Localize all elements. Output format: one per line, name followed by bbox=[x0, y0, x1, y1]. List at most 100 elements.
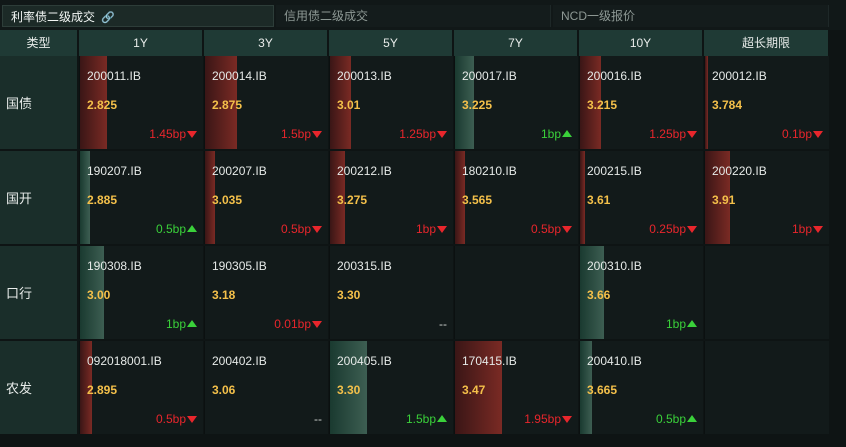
bond-cell[interactable]: 092018001.IB 2.895 0.5bp bbox=[79, 341, 203, 434]
bond-code: 190207.IB bbox=[87, 164, 142, 178]
bond-cell[interactable]: 200405.IB 3.30 1.5bp bbox=[329, 341, 453, 434]
yield-change: 1bp bbox=[166, 317, 197, 331]
yield-change: -- bbox=[439, 317, 447, 331]
bond-yield: 3.18 bbox=[212, 288, 236, 302]
yield-change: 0.5bp bbox=[156, 222, 197, 236]
bond-code: 200315.IB bbox=[337, 259, 392, 273]
bond-cell[interactable]: 190305.IB 3.18 0.01bp bbox=[204, 246, 328, 339]
row-label: 国开 bbox=[0, 151, 77, 244]
triangle-up-icon bbox=[437, 415, 447, 422]
yield-change-text: 1.25bp bbox=[649, 127, 686, 141]
yield-change-text: 0.5bp bbox=[655, 412, 686, 426]
tab-rate-bond-secondary[interactable]: 利率债二级成交 🔗 bbox=[2, 5, 274, 27]
tab-label: 利率债二级成交 bbox=[11, 10, 96, 24]
change-bar bbox=[705, 56, 708, 149]
triangle-up-icon bbox=[187, 320, 197, 327]
yield-change: 0.5bp bbox=[656, 412, 697, 426]
bond-yield: 2.875 bbox=[212, 98, 243, 112]
column-header-3y[interactable]: 3Y bbox=[204, 30, 328, 56]
triangle-down-icon bbox=[437, 226, 447, 233]
yield-change: 1bp bbox=[792, 222, 823, 236]
bond-cell[interactable]: 170415.IB 3.47 1.95bp bbox=[454, 341, 578, 434]
yield-change: 1bp bbox=[666, 317, 697, 331]
tab-credit-bond-secondary[interactable]: 信用债二级成交 bbox=[276, 5, 551, 27]
bond-cell bbox=[704, 246, 829, 339]
column-header-1y[interactable]: 1Y bbox=[79, 30, 203, 56]
bond-cell[interactable]: 190308.IB 3.00 1bp bbox=[79, 246, 203, 339]
bond-code: 200215.IB bbox=[587, 164, 642, 178]
yield-change-text: 0.5bp bbox=[155, 412, 186, 426]
yield-change-text: 1.25bp bbox=[399, 127, 436, 141]
yield-change-text: 0.25bp bbox=[649, 222, 686, 236]
tab-bar: 利率债二级成交 🔗 信用债二级成交 NCD一级报价 bbox=[0, 0, 846, 30]
bond-code: 200220.IB bbox=[712, 164, 767, 178]
yield-change: -- bbox=[314, 412, 322, 426]
bond-cell[interactable]: 200315.IB 3.30 -- bbox=[329, 246, 453, 339]
bond-code: 200410.IB bbox=[587, 354, 642, 368]
link-icon[interactable]: 🔗 bbox=[101, 7, 115, 29]
triangle-down-icon bbox=[312, 226, 322, 233]
triangle-down-icon bbox=[562, 416, 572, 423]
bond-yield: 2.885 bbox=[87, 193, 118, 207]
bond-yield: 3.665 bbox=[587, 383, 618, 397]
bond-yield: 3.00 bbox=[87, 288, 111, 302]
column-header-10y[interactable]: 10Y bbox=[579, 30, 703, 56]
bond-cell[interactable]: 200013.IB 3.01 1.25bp bbox=[329, 56, 453, 149]
bond-yield: 3.30 bbox=[337, 383, 361, 397]
triangle-up-icon bbox=[687, 415, 697, 422]
yield-change-text: 1bp bbox=[165, 317, 186, 331]
change-bar bbox=[580, 151, 585, 244]
bond-code: 200011.IB bbox=[87, 69, 141, 83]
row-label: 国债 bbox=[0, 56, 77, 149]
column-header-5y[interactable]: 5Y bbox=[329, 30, 453, 56]
bond-code: 200402.IB bbox=[212, 354, 267, 368]
yield-change-text: 0.01bp bbox=[274, 317, 311, 331]
column-header-7y[interactable]: 7Y bbox=[454, 30, 578, 56]
tab-ncd-primary-quote[interactable]: NCD一级报价 bbox=[553, 5, 829, 27]
row-label: 口行 bbox=[0, 246, 77, 339]
bond-yield: 2.825 bbox=[87, 98, 118, 112]
yield-change-text: 1bp bbox=[540, 127, 561, 141]
bond-cell[interactable]: 200207.IB 3.035 0.5bp bbox=[204, 151, 328, 244]
bond-cell[interactable]: 200402.IB 3.06 -- bbox=[204, 341, 328, 434]
yield-change: 0.5bp bbox=[281, 222, 322, 236]
yield-change-text: 1bp bbox=[791, 222, 812, 236]
bond-cell[interactable]: 180210.IB 3.565 0.5bp bbox=[454, 151, 578, 244]
column-header-type[interactable]: 类型 bbox=[0, 30, 78, 56]
bond-cell[interactable]: 200215.IB 3.61 0.25bp bbox=[579, 151, 703, 244]
triangle-up-icon bbox=[562, 130, 572, 137]
column-header-超长期限[interactable]: 超长期限 bbox=[704, 30, 829, 56]
yield-change: 1.25bp bbox=[649, 127, 697, 141]
bond-yield: 2.895 bbox=[87, 383, 118, 397]
bond-code: 200013.IB bbox=[337, 69, 392, 83]
triangle-down-icon bbox=[437, 131, 447, 138]
bond-yield: 3.66 bbox=[587, 288, 611, 302]
triangle-down-icon bbox=[187, 416, 197, 423]
bond-cell[interactable]: 200012.IB 3.784 0.1bp bbox=[704, 56, 829, 149]
bond-code: 190305.IB bbox=[212, 259, 267, 273]
bond-cell[interactable]: 200220.IB 3.91 1bp bbox=[704, 151, 829, 244]
bond-cell[interactable]: 190207.IB 2.885 0.5bp bbox=[79, 151, 203, 244]
bond-cell[interactable]: 200410.IB 3.665 0.5bp bbox=[579, 341, 703, 434]
yield-change-text: 1.5bp bbox=[280, 127, 311, 141]
triangle-down-icon bbox=[312, 131, 322, 138]
bond-cell[interactable]: 200017.IB 3.225 1bp bbox=[454, 56, 578, 149]
bond-cell bbox=[704, 341, 829, 434]
yield-change: 0.5bp bbox=[531, 222, 572, 236]
bond-cell[interactable]: 200212.IB 3.275 1bp bbox=[329, 151, 453, 244]
yield-change: 1.25bp bbox=[399, 127, 447, 141]
bond-yield: 3.225 bbox=[462, 98, 493, 112]
bond-cell bbox=[454, 246, 578, 339]
bond-cell[interactable]: 200016.IB 3.215 1.25bp bbox=[579, 56, 703, 149]
triangle-down-icon bbox=[813, 131, 823, 138]
yield-change: 0.1bp bbox=[782, 127, 823, 141]
bond-cell[interactable]: 200011.IB 2.825 1.45bp bbox=[79, 56, 203, 149]
yield-change-text: -- bbox=[314, 412, 322, 426]
yield-change: 0.5bp bbox=[156, 412, 197, 426]
bond-code: 200310.IB bbox=[587, 259, 642, 273]
yield-change-text: 1bp bbox=[665, 317, 686, 331]
bond-yield: 3.565 bbox=[462, 193, 493, 207]
bond-code: 092018001.IB bbox=[87, 354, 162, 368]
bond-cell[interactable]: 200310.IB 3.66 1bp bbox=[579, 246, 703, 339]
bond-cell[interactable]: 200014.IB 2.875 1.5bp bbox=[204, 56, 328, 149]
